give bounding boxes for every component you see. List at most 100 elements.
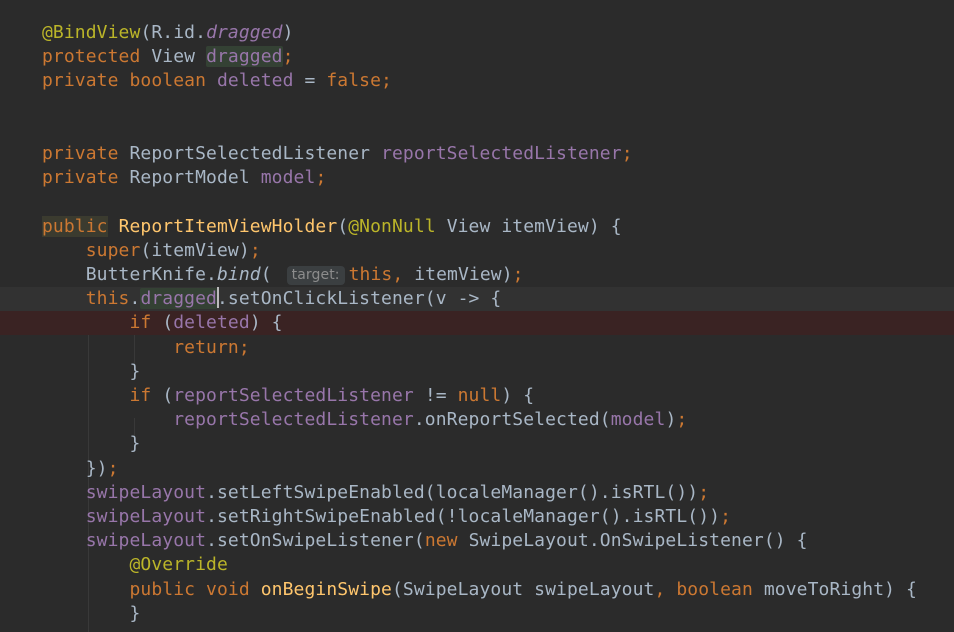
code-token: ) [665, 409, 677, 431]
code-line[interactable] [0, 190, 954, 214]
code-line[interactable] [0, 94, 954, 118]
code-token: null [457, 385, 502, 406]
code-line[interactable]: public void onBeginSwipe(SwipeLayout swi… [0, 578, 954, 602]
code-line-content: } [42, 360, 140, 384]
code-token: != [424, 385, 458, 406]
code-token: model [610, 409, 666, 431]
code-token: dragged [206, 46, 283, 68]
code-line[interactable]: super(itemView); [0, 239, 954, 263]
code-line-content: @BindView(R.id.dragged) [42, 21, 294, 45]
code-token: deleted [217, 70, 305, 92]
code-token: ( [260, 264, 283, 285]
code-token: ; [698, 481, 710, 503]
code-token: } [42, 360, 141, 382]
code-line[interactable]: swipeLayout.setRightSwipeEnabled(!locale… [0, 505, 954, 529]
code-token: View [151, 46, 207, 68]
code-line[interactable] [0, 118, 954, 142]
code-token: itemView) [414, 264, 513, 285]
code-line[interactable]: if (reportSelectedListener != null) { [0, 384, 954, 408]
code-line-content: this.dragged.setOnClickListener(v -> { [42, 287, 501, 311]
code-line[interactable]: private ReportSelectedListener reportSel… [0, 142, 954, 166]
code-token: moveToRight) { [763, 578, 917, 600]
code-token: swipeLayout [85, 481, 207, 503]
code-token: .setOnClickListener(v -> { [217, 288, 502, 310]
code-token: ( [337, 215, 349, 237]
code-line[interactable]: @Override [0, 553, 954, 577]
code-token: ReportModel [129, 167, 261, 189]
code-token: } [42, 602, 141, 624]
code-line[interactable]: @BindView(R.id.dragged) [0, 21, 954, 45]
code-line-content: reportSelectedListener.onReportSelected(… [42, 408, 687, 432]
code-line-content: ButterKnife.bind( target: this, itemView)… [42, 263, 524, 287]
code-line[interactable]: } [0, 432, 954, 456]
code-token: ; [621, 143, 633, 164]
code-token: ; [676, 409, 688, 431]
code-line[interactable]: if (deleted) { [0, 311, 954, 336]
code-token: if [129, 312, 163, 334]
code-line[interactable]: } [0, 602, 954, 626]
code-token: View itemView) { [446, 215, 622, 237]
code-line-content: swipeLayout.setRightSwipeEnabled(!locale… [42, 505, 731, 529]
code-token: ) { [501, 385, 535, 406]
code-token: .setRightSwipeEnabled(!localeManager().i… [206, 506, 721, 527]
code-token: deleted [173, 312, 250, 334]
code-token: ReportSelectedListener [129, 143, 382, 164]
code-line-content: public void onBeginSwipe(SwipeLayout swi… [42, 578, 917, 602]
code-token: . [129, 288, 141, 310]
code-token: ; [249, 239, 261, 261]
code-token: .setOnSwipeListener( [206, 530, 425, 552]
code-line-content: } [42, 602, 140, 626]
code-line[interactable]: } [0, 360, 954, 384]
code-token: bind [217, 264, 261, 285]
code-line-content: if (deleted) { [42, 311, 283, 335]
code-line[interactable]: }); [0, 457, 954, 481]
code-line[interactable]: swipeLayout.setOnSwipeListener(new Swipe… [0, 529, 954, 553]
code-editor[interactable]: @BindView(R.id.dragged) protected View dr… [0, 0, 954, 632]
code-line[interactable]: protected View dragged; [0, 45, 954, 69]
code-token: .setLeftSwipeEnabled(localeManager().isR… [206, 481, 699, 503]
code-line[interactable]: public ReportItemViewHolder(@NonNull Vie… [0, 215, 954, 239]
code-token: return; [173, 336, 250, 358]
code-token: reportSelectedListener [173, 385, 425, 406]
code-line-content: swipeLayout.setOnSwipeListener(new Swipe… [42, 529, 808, 553]
code-line-content: public ReportItemViewHolder(@NonNull Vie… [42, 215, 622, 239]
code-token: if [129, 385, 163, 406]
code-token: onBeginSwipe [260, 578, 392, 600]
code-token: model [260, 167, 316, 189]
code-line-content: private ReportSelectedListener reportSel… [42, 142, 633, 166]
code-token: reportSelectedListener [173, 409, 414, 431]
code-token: @NonNull [348, 215, 447, 237]
code-token: ReportItemViewHolder [118, 215, 338, 237]
code-token: SwipeLayout.OnSwipeListener() { [468, 530, 808, 552]
code-token: }) [42, 457, 108, 479]
code-line-content: super(itemView); [42, 239, 261, 263]
code-line[interactable]: reportSelectedListener.onReportSelected(… [0, 408, 954, 432]
code-line[interactable]: ButterKnife.bind( target: this, itemView)… [0, 263, 954, 287]
code-line-content: private boolean deleted = false; [42, 69, 392, 93]
code-token: (itemView) [140, 239, 250, 261]
code-line-content: } [42, 432, 140, 456]
code-token: ) { [249, 312, 283, 334]
code-line-content: }); [42, 457, 119, 481]
code-token: ; [315, 167, 327, 189]
code-token: new [424, 530, 469, 552]
code-line[interactable]: return; [0, 336, 954, 360]
code-token: private [42, 167, 130, 189]
code-token: @BindView [42, 22, 141, 43]
code-token: this, [348, 264, 415, 285]
code-token: dragged [206, 22, 283, 43]
code-token: } [42, 433, 141, 455]
code-line[interactable]: private ReportModel model; [0, 166, 954, 190]
code-token: @Override [129, 554, 228, 576]
code-line[interactable]: private boolean deleted = false; [0, 69, 954, 93]
code-token: private boolean [42, 70, 217, 92]
code-line[interactable]: swipeLayout.setLeftSwipeEnabled(localeMa… [0, 481, 954, 505]
code-token: swipeLayout [85, 506, 207, 527]
code-line[interactable]: this.dragged.setOnClickListener(v -> { [0, 287, 954, 312]
